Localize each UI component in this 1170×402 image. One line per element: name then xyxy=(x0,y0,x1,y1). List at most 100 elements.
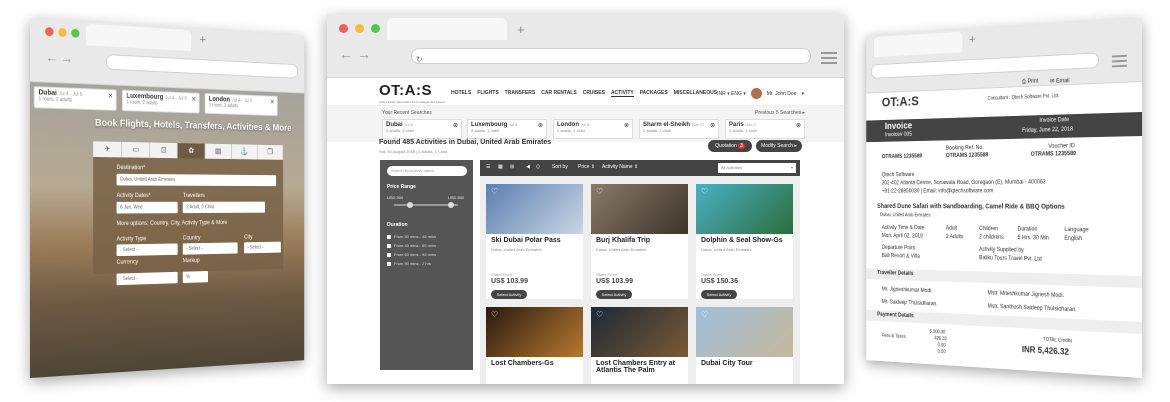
nav-activity[interactable]: ACTIVITY xyxy=(611,90,634,97)
browser-tab[interactable] xyxy=(86,24,191,51)
activity-image[interactable] xyxy=(486,307,583,357)
close-icon[interactable]: ✕ xyxy=(270,98,275,105)
car-icon[interactable]: ▭ xyxy=(122,142,150,158)
close-icon[interactable]: ⊗ xyxy=(453,122,458,129)
duration-option[interactable]: From 60 mins - 90 mins xyxy=(387,252,436,257)
heart-icon[interactable]: ♡ xyxy=(491,310,498,319)
minimize-dot-icon[interactable] xyxy=(58,28,66,37)
activity-icon[interactable]: ✿ xyxy=(178,143,205,159)
nav-packages[interactable]: PACKAGES xyxy=(640,90,668,97)
activity-name[interactable]: Burj Khalifa Trip xyxy=(596,237,650,244)
browser-tab[interactable] xyxy=(387,18,507,40)
modify-search-button[interactable]: Modify Search ▸ xyxy=(756,140,802,152)
activity-card[interactable]: ♡ Lost Chambers Entry at Atlantis The Pa… xyxy=(591,307,688,384)
transfer-icon[interactable]: ⊡ xyxy=(150,143,178,159)
list-view-icon[interactable]: ☰ xyxy=(486,164,490,170)
close-icon[interactable]: ✕ xyxy=(108,92,113,100)
heart-icon[interactable]: ♡ xyxy=(701,187,708,196)
activity-name[interactable]: Lost Chambers-Gs xyxy=(491,360,554,367)
heart-icon[interactable]: ♡ xyxy=(491,187,498,196)
package-icon[interactable]: ▤ xyxy=(205,144,232,159)
activity-card[interactable]: ♡ Dolphin & Seal Show-Gs Dubai, United A… xyxy=(696,184,793,299)
close-icon[interactable]: ✕ xyxy=(191,95,196,103)
destination-input[interactable]: Dubai, United Arab Emirates xyxy=(117,174,276,186)
activity-filter-select[interactable]: All Activities ▾ xyxy=(718,163,796,173)
forward-arrow-icon[interactable]: → xyxy=(357,46,371,62)
heart-icon[interactable]: ♡ xyxy=(596,187,603,196)
url-bar[interactable]: ↻ xyxy=(411,48,811,64)
cruise-icon[interactable]: ⚓ xyxy=(232,144,258,159)
activity-image[interactable] xyxy=(486,184,583,234)
menu-icon[interactable] xyxy=(821,49,837,67)
select-activity-button[interactable]: Select Activity xyxy=(701,290,737,299)
currency-lang-select[interactable]: INR ▾ ENG ▾ xyxy=(717,91,746,97)
activity-name[interactable]: Ski Dubai Polar Pass xyxy=(491,237,561,244)
url-bar[interactable] xyxy=(106,54,298,79)
activity-image[interactable] xyxy=(591,184,688,234)
back-arrow-icon[interactable]: ← xyxy=(45,49,58,66)
minimize-dot-icon[interactable] xyxy=(355,24,364,33)
nav-hotels[interactable]: HOTELS xyxy=(451,90,471,97)
activity-name[interactable]: Lost Chambers Entry at Atlantis The Palm xyxy=(596,360,686,374)
grid-view-icon[interactable]: ▦ xyxy=(498,164,503,170)
misc-icon[interactable]: ❐ xyxy=(258,145,283,160)
recent-tab-1[interactable]: Dubai Jul 4 - Jul 5 1 room, 2 adults ✕ xyxy=(34,86,117,111)
new-tab-icon[interactable]: + xyxy=(517,22,525,37)
travellers-input[interactable]: 2 Adult, 0 Child xyxy=(183,202,265,213)
prev-icon[interactable]: ◀ xyxy=(526,164,530,170)
price-slider-min-handle[interactable] xyxy=(407,202,413,208)
close-icon[interactable]: ⊗ xyxy=(538,122,543,129)
activity-name[interactable]: Dubai City Tour xyxy=(701,360,753,367)
activity-image[interactable] xyxy=(696,184,793,234)
currency-select[interactable]: - Select - xyxy=(117,272,178,285)
markup-select[interactable]: % xyxy=(183,271,208,283)
close-icon[interactable]: ⊗ xyxy=(796,122,801,129)
activity-search-input[interactable]: Search by Activity name xyxy=(387,166,467,176)
quotation-button[interactable]: Quotation 3 xyxy=(708,140,752,152)
sort-price[interactable]: Price ⇕ xyxy=(578,164,595,170)
more-options-toggle[interactable]: More options: Country, City, Activity Ty… xyxy=(117,220,228,227)
sort-activity-name[interactable]: Activity Name ⇕ xyxy=(602,164,638,170)
code-icon[interactable]: ⟨⟩ xyxy=(536,164,540,170)
activity-card[interactable]: ♡ Burj Khalifa Trip Dubai, United Arab E… xyxy=(591,184,688,299)
nav-miscellaneous[interactable]: MISCELLANEOUS xyxy=(674,90,717,97)
nav-transfers[interactable]: TRANSFERS xyxy=(505,90,536,97)
maximize-dot-icon[interactable] xyxy=(371,24,380,33)
activity-card[interactable]: ♡ Lost Chambers-Gs xyxy=(486,307,583,384)
nav-car-rentals[interactable]: CAR RENTALS xyxy=(541,90,576,97)
activity-name[interactable]: Dolphin & Seal Show-Gs xyxy=(701,237,783,244)
activity-card[interactable]: ♡ Dubai City Tour xyxy=(696,307,793,384)
recent-card[interactable]: Dubai Jul 62 adults, 1 child ⊗ xyxy=(382,119,462,139)
activity-image[interactable] xyxy=(696,307,793,357)
site-logo[interactable]: OT:A:S xyxy=(379,82,432,99)
flight-icon[interactable]: ✈ xyxy=(93,141,122,157)
email-link[interactable]: ✉ Email xyxy=(1050,77,1069,85)
reload-icon[interactable]: ↻ xyxy=(416,55,423,64)
country-select[interactable]: - Select - xyxy=(183,242,238,254)
menu-icon[interactable] xyxy=(1112,52,1127,71)
nav-flights[interactable]: FLIGHTS xyxy=(477,90,498,97)
activity-card[interactable]: ♡ Ski Dubai Polar Pass Dubai, United Ara… xyxy=(486,184,583,299)
close-dot-icon[interactable] xyxy=(339,24,348,33)
recent-card[interactable]: Luxembourg Jul 62 adults, 1 child ⊗ xyxy=(467,119,547,139)
recent-card[interactable]: Paris Dec 22 adults, 1 child ⊗ xyxy=(725,119,805,139)
nav-cruises[interactable]: CRUISES xyxy=(583,90,605,97)
activity-dates-input[interactable]: 6 Jun, Wed xyxy=(117,202,178,214)
close-icon[interactable]: ⊗ xyxy=(710,122,715,129)
browser-tab[interactable] xyxy=(874,32,962,58)
back-arrow-icon[interactable]: ← xyxy=(339,46,353,62)
map-view-icon[interactable]: ⊞ xyxy=(510,164,514,170)
url-bar[interactable] xyxy=(871,52,1099,79)
activity-image[interactable] xyxy=(591,307,688,357)
recent-tab-2[interactable]: Luxembourg Jul 4 - Jul 5 1 room, 2 adult… xyxy=(122,90,200,114)
activity-type-select[interactable]: - Select - xyxy=(117,243,178,256)
close-dot-icon[interactable] xyxy=(45,27,53,36)
maximize-dot-icon[interactable] xyxy=(71,29,79,38)
duration-option[interactable]: From 90 mins - 2 hrs xyxy=(387,261,431,266)
heart-icon[interactable]: ♡ xyxy=(701,310,708,319)
recent-card[interactable]: London Jul 62 adults, 1 child ⊗ xyxy=(553,119,633,139)
recent-card[interactable]: Sharm el-Sheikh Nov 27 2 adults, 1 child ⊗ xyxy=(639,119,719,139)
heart-icon[interactable]: ♡ xyxy=(596,310,603,319)
duration-option[interactable]: From 30 mins - 45 mins xyxy=(387,234,436,239)
price-slider-max-handle[interactable] xyxy=(448,202,454,208)
